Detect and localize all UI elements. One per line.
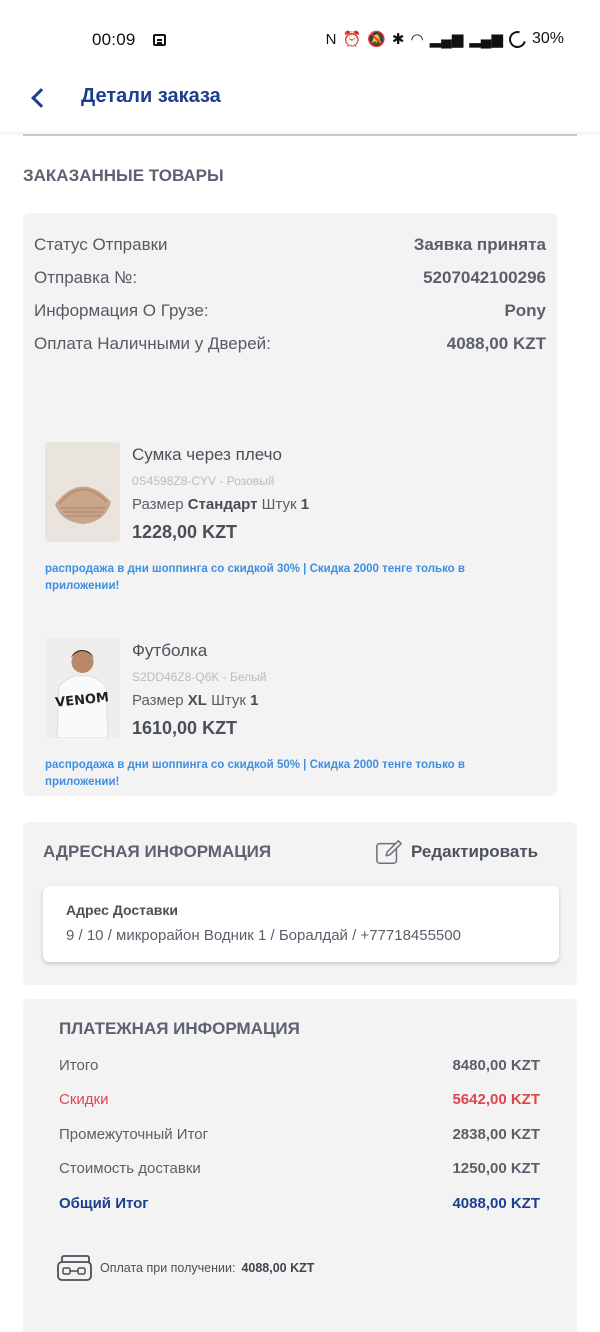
mute-icon: 🔕 bbox=[367, 31, 386, 48]
promo-text: распродажа в дни шоппинга со скидкой 30%… bbox=[45, 563, 465, 592]
notification-icon bbox=[153, 34, 166, 46]
payment-card: ПЛАТЕЖНАЯ ИНФОРМАЦИЯ Итого 8480,00 KZT С… bbox=[23, 999, 577, 1332]
address-card: АДРЕСНАЯ ИНФОРМАЦИЯ Редактировать Адрес … bbox=[23, 822, 577, 985]
page-title: Детали заказа bbox=[81, 85, 221, 107]
product-size-qty: Размер XL Штук 1 bbox=[132, 692, 258, 709]
detail-value: 4088,00 KZT bbox=[446, 334, 546, 353]
edit-address-button[interactable]: Редактировать bbox=[375, 838, 538, 866]
qty-label: Штук bbox=[261, 496, 297, 513]
product-sku: 0S4598Z8-CYV - Розовый bbox=[132, 474, 275, 488]
size-value: XL bbox=[187, 692, 207, 709]
detail-label: Информация О Грузе: bbox=[34, 301, 209, 320]
payment-section-title: ПЛАТЕЖНАЯ ИНФОРМАЦИЯ bbox=[59, 1019, 300, 1038]
detail-label: Статус Отправки bbox=[34, 235, 168, 254]
order-card: Статус Отправки Заявка принята Отправка … bbox=[23, 213, 557, 796]
address-section-title: АДРЕСНАЯ ИНФОРМАЦИЯ bbox=[43, 842, 272, 861]
alarm-icon: ⏰ bbox=[342, 31, 362, 48]
payment-row-total: Итого 8480,00 KZT bbox=[59, 1057, 540, 1074]
cod-value: 4088,00 KZT bbox=[241, 1261, 315, 1275]
payment-row-discounts: Скидки 5642,00 KZT bbox=[59, 1091, 540, 1108]
nfc-icon: N bbox=[325, 30, 337, 48]
product-name[interactable]: Сумка через плечо bbox=[132, 445, 282, 465]
detail-row-cargo: Информация О Грузе: Pony bbox=[34, 301, 546, 321]
detail-value: Pony bbox=[504, 301, 546, 320]
product-name[interactable]: Футболка bbox=[132, 641, 207, 661]
status-bar: 00:09 N ⏰ 🔕 ✱ ◠ ▂▄▆ ▂▄▆ 30% bbox=[0, 0, 600, 80]
size-value: Стандарт bbox=[187, 496, 258, 513]
payment-row-subtotal: Промежуточный Итог 2838,00 KZT bbox=[59, 1126, 540, 1143]
qty-label: Штук bbox=[211, 692, 246, 709]
product-price: 1228,00 KZT bbox=[132, 522, 238, 542]
detail-value: Заявка принята bbox=[413, 235, 546, 254]
delivery-address-value: 9 / 10 / микрорайон Водник 1 / Боралдай … bbox=[66, 927, 461, 944]
detail-value: 5207042100296 bbox=[423, 268, 546, 287]
size-label: Размер bbox=[132, 496, 184, 513]
payment-value: 1250,00 KZT bbox=[452, 1160, 540, 1177]
cod-label: Оплата при получении: bbox=[100, 1261, 236, 1275]
payment-label: Итого bbox=[59, 1057, 99, 1074]
cash-icon bbox=[57, 1255, 92, 1281]
edit-icon bbox=[376, 840, 402, 864]
battery-level: 30% bbox=[531, 30, 564, 47]
detail-row-cash-on-delivery: Оплата Наличными у Дверей: 4088,00 KZT bbox=[34, 334, 546, 354]
divider bbox=[23, 134, 577, 136]
product-price: 1610,00 KZT bbox=[132, 718, 238, 738]
wifi-icon: ◠ bbox=[410, 31, 424, 48]
cash-on-delivery-note: Оплата при получении: 4088,00 KZT bbox=[56, 1253, 314, 1283]
detail-label: Отправка №: bbox=[34, 268, 138, 287]
app-header: Детали заказа bbox=[0, 80, 600, 132]
payment-value: 5642,00 KZT bbox=[452, 1091, 540, 1108]
delivery-address-label: Адрес Доставки bbox=[66, 902, 178, 918]
bluetooth-icon: ✱ bbox=[391, 31, 405, 48]
payment-label: Промежуточный Итог bbox=[59, 1126, 209, 1143]
ordered-goods-title: ЗАКАЗАННЫЕ ТОВАРЫ bbox=[23, 166, 224, 185]
status-time: 00:09 bbox=[92, 30, 136, 49]
payment-label: Стоимость доставки bbox=[59, 1160, 201, 1177]
detail-label: Оплата Наличными у Дверей: bbox=[34, 334, 271, 353]
size-label: Размер bbox=[132, 692, 184, 709]
payment-value: 2838,00 KZT bbox=[452, 1126, 540, 1143]
product-image-bag[interactable] bbox=[45, 442, 120, 542]
payment-label: Скидки bbox=[59, 1091, 109, 1108]
payment-row-grand-total: Общий Итог 4088,00 KZT bbox=[59, 1195, 540, 1212]
qty-value: 1 bbox=[300, 496, 310, 513]
payment-row-shipping: Стоимость доставки 1250,00 KZT bbox=[59, 1160, 540, 1177]
detail-row-status: Статус Отправки Заявка принята bbox=[34, 235, 546, 255]
payment-value: 8480,00 KZT bbox=[452, 1057, 540, 1074]
promo-text: распродажа в дни шоппинга со скидкой 50%… bbox=[45, 759, 465, 788]
signal-icon-2: ▂▄▆ bbox=[469, 31, 503, 48]
back-arrow-icon[interactable] bbox=[26, 84, 50, 114]
detail-row-shipment-number: Отправка №: 5207042100296 bbox=[34, 268, 546, 288]
status-icons: N ⏰ 🔕 ✱ ◠ ▂▄▆ ▂▄▆ 30% bbox=[325, 27, 564, 51]
product-size-qty: Размер Стандарт Штук 1 bbox=[132, 496, 309, 513]
payment-label: Общий Итог bbox=[59, 1195, 149, 1212]
product-image-tshirt[interactable]: VENOM bbox=[45, 638, 120, 738]
edit-label: Редактировать bbox=[411, 842, 539, 861]
product-sku: S2DD46Z8-Q6K - Белый bbox=[132, 670, 267, 684]
battery-icon bbox=[505, 27, 530, 51]
signal-icon: ▂▄▆ bbox=[429, 31, 464, 48]
qty-value: 1 bbox=[250, 692, 259, 709]
payment-value: 4088,00 KZT bbox=[452, 1195, 540, 1212]
delivery-address-box[interactable]: Адрес Доставки 9 / 10 / микрорайон Водни… bbox=[43, 886, 559, 962]
